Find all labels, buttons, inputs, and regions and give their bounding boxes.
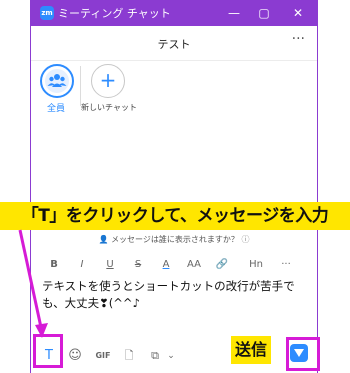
bold-button[interactable]: B <box>45 257 63 273</box>
person-icon: 👤 <box>98 235 109 244</box>
zoom-logo-icon: zm <box>40 6 54 20</box>
chevron-down-icon[interactable]: ⌄ <box>165 348 177 364</box>
member-selector: 全員 + 新しいチャット <box>31 62 317 118</box>
people-group-icon <box>45 69 69 93</box>
chat-header: テスト ··· <box>31 26 317 61</box>
screenshot-icon[interactable]: ⧉ <box>147 348 163 364</box>
emoji-icon[interactable]: ☺ <box>67 348 83 364</box>
formatting-toolbar: B I U S A AA 🔗 Hn ··· <box>45 257 307 273</box>
strikethrough-button[interactable]: S <box>129 257 147 273</box>
more-format-button[interactable]: ··· <box>277 257 295 273</box>
link-icon[interactable]: 🔗 <box>213 257 231 273</box>
everyone-avatar[interactable] <box>40 64 74 98</box>
minimize-button[interactable]: — <box>217 0 251 26</box>
recipient-hint[interactable]: 👤 メッセージは誰に表示されますか？ ⓘ <box>31 234 317 245</box>
send-highlight <box>286 337 320 371</box>
format-toggle-highlight <box>33 334 63 368</box>
everyone-label: 全員 <box>46 104 65 114</box>
composer-bottom-bar: T ☺ GIF 🗋 ⧉ ⌄ <box>31 340 317 370</box>
message-input[interactable]: テキストを使うとショートカットの改行が苦手で も、大丈夫❣(^^♪ <box>42 278 304 312</box>
font-color-button[interactable]: A <box>157 257 175 273</box>
message-line-1: テキストを使うとショートカットの改行が苦手で <box>42 279 295 293</box>
divider <box>80 66 81 106</box>
font-size-button[interactable]: AA <box>183 257 205 273</box>
send-label: 送信 <box>231 336 272 364</box>
maximize-button[interactable]: ▢ <box>247 0 281 26</box>
instruction-banner: 「T」をクリックして、メッセージを入力 <box>0 202 350 230</box>
italic-button[interactable]: I <box>73 257 91 273</box>
help-icon: ⓘ <box>241 235 250 244</box>
recipient-hint-text: メッセージは誰に表示されますか？ <box>111 235 239 244</box>
chat-title: テスト <box>157 38 191 51</box>
more-options-button[interactable]: ··· <box>292 31 305 47</box>
gif-button[interactable]: GIF <box>91 348 115 364</box>
chat-window: zm ミーティング チャット — ▢ ✕ テスト ··· 全員 + 新しいチャッ… <box>30 0 318 373</box>
close-button[interactable]: ✕ <box>281 0 315 26</box>
app-title: ミーティング チャット <box>58 7 171 20</box>
title-bar: zm ミーティング チャット — ▢ ✕ <box>31 0 317 26</box>
new-chat-button[interactable]: + <box>91 64 125 98</box>
heading-button[interactable]: Hn <box>245 257 267 273</box>
underline-button[interactable]: U <box>101 257 119 273</box>
message-line-2: も、大丈夫❣(^^♪ <box>42 296 140 310</box>
file-icon[interactable]: 🗋 <box>121 348 137 364</box>
new-chat-label: 新しいチャット <box>81 103 137 112</box>
